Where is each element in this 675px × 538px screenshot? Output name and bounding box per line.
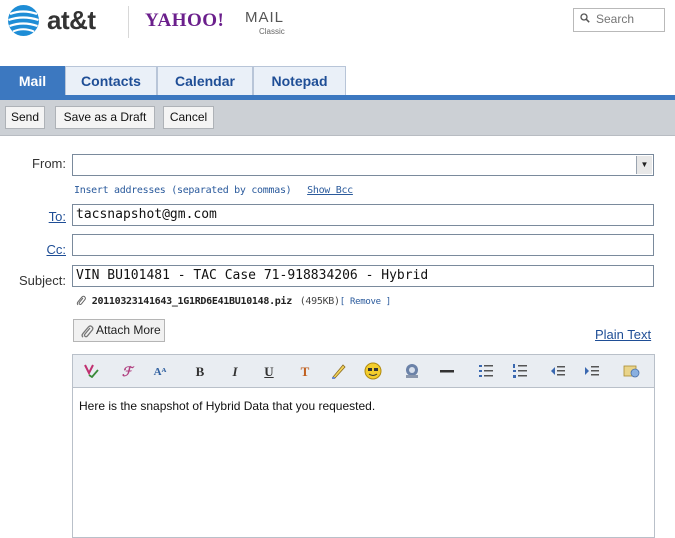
att-logo-text: at&t bbox=[47, 5, 96, 35]
message-body-editor[interactable]: Here is the snapshot of Hybrid Data that… bbox=[72, 388, 655, 538]
search-input[interactable] bbox=[596, 12, 662, 26]
cc-label-link[interactable]: Cc: bbox=[10, 242, 67, 257]
tab-calendar[interactable]: Calendar bbox=[157, 66, 253, 96]
bulleted-list-icon[interactable] bbox=[476, 362, 496, 382]
header-divider bbox=[128, 6, 129, 38]
tab-mail[interactable]: Mail bbox=[0, 66, 65, 96]
compose-toolbar: Send Save as a Draft Cancel bbox=[0, 100, 675, 136]
attach-more-label: Attach More bbox=[96, 323, 161, 337]
search-box[interactable] bbox=[573, 8, 665, 32]
cc-field[interactable] bbox=[72, 234, 654, 256]
tab-contacts[interactable]: Contacts bbox=[65, 66, 157, 96]
compose-form: From: ▼ Insert addresses (separated by c… bbox=[0, 137, 675, 538]
attachment-filename: 20110323141643_1G1RD6E41BU10148.piz bbox=[91, 296, 293, 307]
horizontal-rule-icon[interactable] bbox=[437, 362, 457, 382]
search-icon bbox=[580, 13, 590, 23]
from-select[interactable]: ▼ bbox=[72, 154, 654, 176]
main-tabs: Mail Contacts Calendar Notepad bbox=[0, 62, 675, 97]
outdent-icon[interactable] bbox=[548, 362, 568, 382]
paperclip-icon bbox=[76, 295, 86, 306]
italic-icon[interactable]: I bbox=[225, 362, 245, 382]
underline-icon[interactable]: U bbox=[259, 362, 279, 382]
font-size-icon[interactable]: Aᴬ bbox=[150, 362, 170, 382]
send-button[interactable]: Send bbox=[5, 106, 45, 129]
indent-icon[interactable] bbox=[582, 362, 602, 382]
mail-logo: MAIL bbox=[245, 9, 285, 26]
address-hint-text: Insert addresses (separated by commas) bbox=[74, 185, 292, 196]
attachment-remove-link[interactable]: [ Remove ] bbox=[340, 297, 391, 307]
show-bcc-link[interactable]: Show Bcc bbox=[307, 185, 353, 196]
spell-check-icon[interactable] bbox=[82, 362, 102, 382]
header: at&t YAHOO! MAIL Classic bbox=[0, 0, 675, 62]
numbered-list-icon[interactable] bbox=[510, 362, 530, 382]
mail-classic-label: Classic bbox=[259, 27, 285, 36]
text-color-icon[interactable]: T bbox=[295, 362, 315, 382]
message-body-text: Here is the snapshot of Hybrid Data that… bbox=[79, 399, 376, 413]
insert-image-icon[interactable] bbox=[402, 362, 422, 382]
attachment-size: (495KB) bbox=[299, 296, 340, 307]
stationery-icon[interactable] bbox=[621, 362, 641, 382]
bold-icon[interactable]: B bbox=[190, 362, 210, 382]
emoticon-icon[interactable] bbox=[363, 362, 383, 382]
to-label-link[interactable]: To: bbox=[10, 209, 66, 224]
tab-notepad[interactable]: Notepad bbox=[253, 66, 346, 96]
subject-field[interactable]: VIN BU101481 - TAC Case 71-918834206 - H… bbox=[72, 265, 654, 287]
plain-text-link[interactable]: Plain Text bbox=[595, 327, 651, 342]
rich-text-toolbar: ℱ Aᴬ B I U T bbox=[72, 354, 655, 388]
font-icon[interactable]: ℱ bbox=[117, 362, 137, 382]
attach-more-button[interactable]: Attach More bbox=[73, 319, 165, 342]
cancel-button[interactable]: Cancel bbox=[163, 106, 214, 129]
save-draft-button[interactable]: Save as a Draft bbox=[55, 106, 155, 129]
subject-label: Subject: bbox=[19, 273, 66, 288]
attachment-row: 20110323141643_1G1RD6E41BU10148.piz (495… bbox=[76, 295, 391, 307]
to-field[interactable]: tacsnapshot@gm.com bbox=[72, 204, 654, 226]
chevron-down-icon[interactable]: ▼ bbox=[636, 156, 652, 174]
highlight-icon[interactable] bbox=[329, 362, 349, 382]
att-globe-icon bbox=[8, 5, 39, 36]
yahoo-logo: YAHOO! bbox=[145, 10, 225, 31]
paperclip-icon bbox=[81, 325, 94, 338]
from-label: From: bbox=[32, 156, 66, 171]
address-hint: Insert addresses (separated by commas) S… bbox=[74, 185, 353, 196]
